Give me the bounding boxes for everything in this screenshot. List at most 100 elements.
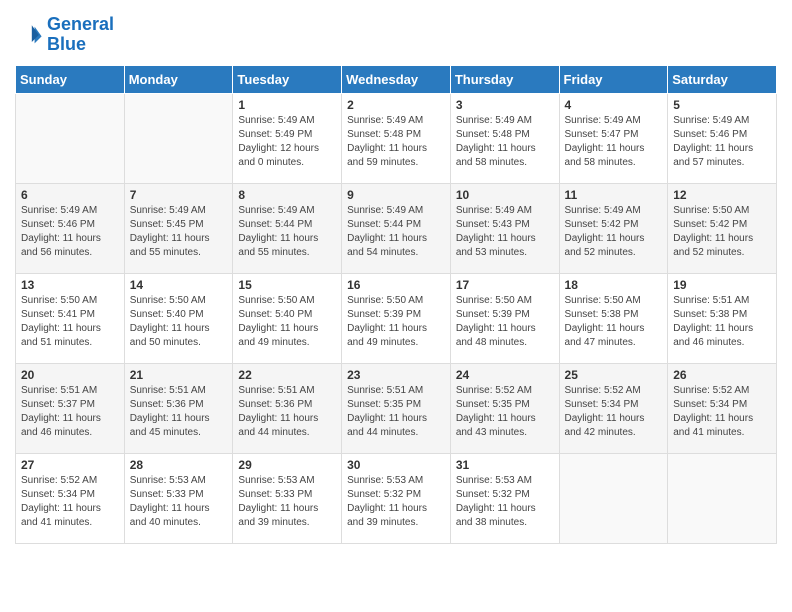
week-row-1: 1Sunrise: 5:49 AM Sunset: 5:49 PM Daylig… [16,93,777,183]
day-content: Sunrise: 5:51 AM Sunset: 5:37 PM Dayligh… [21,384,119,440]
weekday-header-wednesday: Wednesday [342,65,451,93]
calendar-cell: 12 Sunrise: 5:50 AM Sunset: 5:42 PM Dayli… [668,183,777,273]
calendar-cell: 1Sunrise: 5:49 AM Sunset: 5:49 PM Daylig… [233,93,342,183]
day-content: Sunrise: 5:52 AM Sunset: 5:34 PM Dayligh… [565,384,663,440]
day-content: Sunrise: 5:49 AM Sunset: 5:47 PM Dayligh… [565,114,663,170]
week-row-4: 20Sunrise: 5:51 AM Sunset: 5:37 PM Dayli… [16,363,777,453]
day-number: 11 [565,188,663,202]
calendar-cell: 25 Sunrise: 5:52 AM Sunset: 5:34 PM Dayli… [559,363,668,453]
day-content: Sunrise: 5:50 AM Sunset: 5:39 PM Dayligh… [347,294,445,350]
calendar-cell: 31 Sunrise: 5:53 AM Sunset: 5:32 PM Dayli… [450,453,559,543]
weekday-header-friday: Friday [559,65,668,93]
day-content: Sunrise: 5:51 AM Sunset: 5:35 PM Dayligh… [347,384,445,440]
day-number: 2 [347,98,445,112]
day-number: 12 [673,188,771,202]
day-content: Sunrise: 5:51 AM Sunset: 5:38 PM Dayligh… [673,294,771,350]
calendar-cell: 5 Sunrise: 5:49 AM Sunset: 5:46 PM Daylig… [668,93,777,183]
weekday-header-row: SundayMondayTuesdayWednesdayThursdayFrid… [16,65,777,93]
day-number: 7 [130,188,228,202]
calendar-cell: 8 Sunrise: 5:49 AM Sunset: 5:44 PM Daylig… [233,183,342,273]
day-content: Sunrise: 5:53 AM Sunset: 5:32 PM Dayligh… [347,474,445,530]
logo-icon [15,21,43,49]
day-number: 24 [456,368,554,382]
day-number: 6 [21,188,119,202]
weekday-header-monday: Monday [124,65,233,93]
day-content: Sunrise: 5:50 AM Sunset: 5:41 PM Dayligh… [21,294,119,350]
calendar-cell: 21Sunrise: 5:51 AM Sunset: 5:36 PM Dayli… [124,363,233,453]
calendar-cell [16,93,125,183]
calendar-cell: 15 Sunrise: 5:50 AM Sunset: 5:40 PM Dayli… [233,273,342,363]
day-content: Sunrise: 5:53 AM Sunset: 5:33 PM Dayligh… [238,474,336,530]
day-content: Sunrise: 5:50 AM Sunset: 5:38 PM Dayligh… [565,294,663,350]
day-number: 28 [130,458,228,472]
weekday-header-thursday: Thursday [450,65,559,93]
calendar-cell: 26Sunrise: 5:52 AM Sunset: 5:34 PM Dayli… [668,363,777,453]
logo-text: General Blue [47,15,114,55]
day-number: 15 [238,278,336,292]
day-content: Sunrise: 5:50 AM Sunset: 5:42 PM Dayligh… [673,204,771,260]
calendar-cell: 18Sunrise: 5:50 AM Sunset: 5:38 PM Dayli… [559,273,668,363]
calendar-cell: 14 Sunrise: 5:50 AM Sunset: 5:40 PM Dayli… [124,273,233,363]
day-content: Sunrise: 5:52 AM Sunset: 5:35 PM Dayligh… [456,384,554,440]
day-content: Sunrise: 5:53 AM Sunset: 5:32 PM Dayligh… [456,474,554,530]
calendar-cell: 6 Sunrise: 5:49 AM Sunset: 5:46 PM Daylig… [16,183,125,273]
day-content: Sunrise: 5:49 AM Sunset: 5:44 PM Dayligh… [347,204,445,260]
day-number: 9 [347,188,445,202]
day-content: Sunrise: 5:50 AM Sunset: 5:39 PM Dayligh… [456,294,554,350]
logo: General Blue [15,15,114,55]
day-content: Sunrise: 5:49 AM Sunset: 5:46 PM Dayligh… [673,114,771,170]
day-number: 29 [238,458,336,472]
day-number: 14 [130,278,228,292]
calendar-cell: 11 Sunrise: 5:49 AM Sunset: 5:42 PM Dayli… [559,183,668,273]
day-number: 23 [347,368,445,382]
weekday-header-tuesday: Tuesday [233,65,342,93]
day-number: 31 [456,458,554,472]
day-number: 8 [238,188,336,202]
calendar-cell: 20Sunrise: 5:51 AM Sunset: 5:37 PM Dayli… [16,363,125,453]
day-content: Sunrise: 5:52 AM Sunset: 5:34 PM Dayligh… [21,474,119,530]
day-number: 10 [456,188,554,202]
day-number: 3 [456,98,554,112]
day-number: 22 [238,368,336,382]
calendar-cell: 30 Sunrise: 5:53 AM Sunset: 5:32 PM Dayli… [342,453,451,543]
day-content: Sunrise: 5:49 AM Sunset: 5:42 PM Dayligh… [565,204,663,260]
day-content: Sunrise: 5:49 AM Sunset: 5:44 PM Dayligh… [238,204,336,260]
day-number: 30 [347,458,445,472]
calendar-cell: 2 Sunrise: 5:49 AM Sunset: 5:48 PM Daylig… [342,93,451,183]
calendar-cell [124,93,233,183]
calendar-cell [668,453,777,543]
calendar-cell: 22 Sunrise: 5:51 AM Sunset: 5:36 PM Dayli… [233,363,342,453]
day-number: 19 [673,278,771,292]
calendar-cell: 17 Sunrise: 5:50 AM Sunset: 5:39 PM Dayli… [450,273,559,363]
calendar-cell: 24 Sunrise: 5:52 AM Sunset: 5:35 PM Dayli… [450,363,559,453]
weekday-header-saturday: Saturday [668,65,777,93]
calendar-cell: 4 Sunrise: 5:49 AM Sunset: 5:47 PM Daylig… [559,93,668,183]
day-number: 25 [565,368,663,382]
calendar-cell: 9 Sunrise: 5:49 AM Sunset: 5:44 PM Daylig… [342,183,451,273]
day-number: 13 [21,278,119,292]
calendar-cell: 27 Sunrise: 5:52 AM Sunset: 5:34 PM Dayli… [16,453,125,543]
week-row-3: 13 Sunrise: 5:50 AM Sunset: 5:41 PM Dayli… [16,273,777,363]
calendar-cell: 16Sunrise: 5:50 AM Sunset: 5:39 PM Dayli… [342,273,451,363]
day-number: 5 [673,98,771,112]
day-content: Sunrise: 5:49 AM Sunset: 5:48 PM Dayligh… [456,114,554,170]
day-content: Sunrise: 5:50 AM Sunset: 5:40 PM Dayligh… [130,294,228,350]
day-content: Sunrise: 5:49 AM Sunset: 5:49 PM Dayligh… [238,114,336,170]
calendar-cell [559,453,668,543]
day-number: 4 [565,98,663,112]
day-content: Sunrise: 5:51 AM Sunset: 5:36 PM Dayligh… [238,384,336,440]
day-content: Sunrise: 5:49 AM Sunset: 5:45 PM Dayligh… [130,204,228,260]
calendar-cell: 3 Sunrise: 5:49 AM Sunset: 5:48 PM Daylig… [450,93,559,183]
calendar-cell: 23 Sunrise: 5:51 AM Sunset: 5:35 PM Dayli… [342,363,451,453]
day-number: 26 [673,368,771,382]
calendar-cell: 13 Sunrise: 5:50 AM Sunset: 5:41 PM Dayli… [16,273,125,363]
calendar-table: SundayMondayTuesdayWednesdayThursdayFrid… [15,65,777,544]
day-number: 27 [21,458,119,472]
day-content: Sunrise: 5:50 AM Sunset: 5:40 PM Dayligh… [238,294,336,350]
week-row-2: 6 Sunrise: 5:49 AM Sunset: 5:46 PM Daylig… [16,183,777,273]
calendar-cell: 28Sunrise: 5:53 AM Sunset: 5:33 PM Dayli… [124,453,233,543]
calendar-cell: 29 Sunrise: 5:53 AM Sunset: 5:33 PM Dayli… [233,453,342,543]
day-content: Sunrise: 5:49 AM Sunset: 5:48 PM Dayligh… [347,114,445,170]
day-number: 17 [456,278,554,292]
day-content: Sunrise: 5:49 AM Sunset: 5:46 PM Dayligh… [21,204,119,260]
